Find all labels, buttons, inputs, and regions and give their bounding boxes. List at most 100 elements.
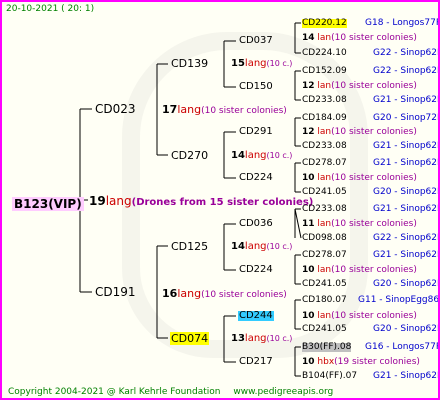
gen4-name-2[interactable]: CD291 (239, 127, 273, 137)
gen3-name-0[interactable]: CD139 (171, 58, 208, 69)
gen2-info-0: 17lang(10 sister colonies) (162, 104, 287, 116)
gen5-pos-9: G22 - Sinop62R (373, 233, 440, 243)
gen5-name-5[interactable]: CD233.08 (302, 142, 347, 151)
gen4-note: (10 sister colonies) (331, 219, 417, 229)
gen4-num: 14 (302, 33, 315, 43)
gen2-note: (10 sister colonies) (201, 290, 287, 300)
gen4-note: (10 sister colonies) (331, 311, 417, 321)
gen3-info-2: 14lang(10 c.) (231, 242, 292, 252)
gen2-lang: lang (177, 287, 202, 300)
footer: Copyright 2004-2021 @ Karl Kehrle Founda… (8, 388, 333, 397)
root-lang: lang (105, 194, 132, 208)
gen4-lang: lan (317, 81, 332, 91)
date-header: 20-10-2021 ( 20: 1) (6, 4, 95, 14)
gen2-name-0[interactable]: CD023 (95, 103, 136, 115)
gen5-name-0[interactable]: CD220.12 (302, 19, 347, 28)
gen3-name-1[interactable]: CD270 (171, 150, 208, 161)
gen5-pos-14: G16 - Longos77R (365, 342, 440, 352)
gen4-note: (19 sister colonies) (334, 357, 420, 367)
gen3-name-2[interactable]: CD125 (171, 241, 208, 252)
gen4-lang: lan (317, 173, 332, 183)
gen2-num: 17 (162, 103, 178, 116)
gen5-pos-3: G21 - Sinop62R (373, 95, 440, 105)
gen4-name-4[interactable]: CD036 (239, 219, 273, 229)
gen2-name-1[interactable]: CD191 (95, 286, 136, 298)
pedigree-frame: 20-10-2021 ( 20: 1) B123(VIP) 19lang(Dro… (0, 0, 440, 400)
gen5-name-10[interactable]: CD278.07 (302, 251, 347, 260)
gen5-name-8[interactable]: CD233.08 (302, 205, 347, 214)
gen5-name-15[interactable]: B104(FF).07 (302, 372, 357, 381)
gen4-info-5: 10 lan(10 sister colonies) (302, 266, 417, 275)
gen3-num: 14 (231, 241, 245, 252)
gen2-num: 16 (162, 287, 178, 300)
gen3-lang: lang (244, 241, 267, 252)
gen5-name-11[interactable]: CD241.05 (302, 280, 347, 289)
gen5-pos-13: G20 - Sinop62R (373, 324, 440, 334)
gen4-name-3[interactable]: CD224 (239, 173, 273, 183)
gen5-name-2[interactable]: CD152.09 (302, 67, 347, 76)
gen5-pos-4: G20 - Sinop72R (373, 113, 440, 123)
gen4-num: 10 (302, 357, 315, 367)
gen5-name-12[interactable]: CD180.07 (302, 296, 347, 305)
gen5-pos-2: G22 - Sinop62R (373, 66, 440, 76)
root-note: (Drones from 15 sister colonies) (131, 197, 314, 208)
gen5-pos-10: G21 - Sinop62R (373, 250, 440, 260)
gen5-name-9[interactable]: CD098.08 (302, 234, 347, 243)
gen4-note: (10 sister colonies) (331, 265, 417, 275)
gen4-num: 12 (302, 81, 315, 91)
gen4-name-0[interactable]: CD037 (239, 36, 273, 46)
gen5-pos-11: G20 - Sinop62R (373, 279, 440, 289)
gen4-note: (10 sister colonies) (331, 81, 417, 91)
gen4-name-1[interactable]: CD150 (239, 82, 273, 92)
gen4-note: (10 sister colonies) (331, 173, 417, 183)
gen4-info-4: 11 lan(10 sister colonies) (302, 220, 417, 229)
gen3-lang: lang (244, 333, 267, 344)
copyright-text: Copyright 2004-2021 @ Karl Kehrle Founda… (8, 387, 221, 397)
gen3-name-3[interactable]: CD074 (170, 332, 210, 345)
gen5-pos-7: G20 - Sinop62R (373, 187, 440, 197)
gen4-name-6[interactable]: CD244 (238, 311, 274, 321)
gen5-pos-15: G21 - Sinop62R (373, 371, 440, 381)
gen4-name-7[interactable]: CD217 (239, 357, 273, 367)
gen4-name-5[interactable]: CD224 (239, 265, 273, 275)
gen4-num: 10 (302, 311, 315, 321)
gen2-info-1: 16lang(10 sister colonies) (162, 288, 287, 300)
gen3-note: (10 c.) (266, 151, 293, 160)
gen5-name-4[interactable]: CD184.09 (302, 114, 347, 123)
gen4-lang: lan (317, 33, 332, 43)
gen4-num: 12 (302, 127, 315, 137)
gen5-name-7[interactable]: CD241.05 (302, 188, 347, 197)
root-drone-info: 19lang(Drones from 15 sister colonies) (89, 195, 313, 208)
gen4-lang: lan (317, 219, 332, 229)
gen4-info-6: 10 lan(10 sister colonies) (302, 312, 417, 321)
gen5-name-3[interactable]: CD233.08 (302, 96, 347, 105)
gen3-info-1: 14lang(10 c.) (231, 151, 292, 161)
gen3-note: (10 c.) (266, 59, 293, 68)
gen3-num: 15 (231, 58, 245, 69)
gen5-pos-6: G21 - Sinop62R (373, 158, 440, 168)
gen4-lang: lan (317, 127, 332, 137)
gen4-note: (10 sister colonies) (331, 127, 417, 137)
gen2-note: (10 sister colonies) (201, 106, 287, 116)
gen3-info-3: 13lang(10 c.) (231, 334, 292, 344)
gen4-num: 10 (302, 265, 315, 275)
gen3-note: (10 c.) (266, 334, 293, 343)
gen5-pos-12: G11 - SinopEgg86R (358, 295, 440, 305)
gen5-pos-1: G22 - Sinop62R (373, 48, 440, 58)
gen4-num: 11 (302, 219, 315, 229)
gen2-lang: lang (177, 103, 202, 116)
root-num: 19 (89, 194, 106, 208)
gen3-lang: lang (244, 58, 267, 69)
gen5-pos-8: G21 - Sinop62R (373, 204, 440, 214)
gen5-name-14[interactable]: B30(FF).08 (302, 343, 352, 352)
gen4-info-0: 14 lan(10 sister colonies) (302, 34, 417, 43)
gen3-num: 14 (231, 150, 245, 161)
root-queen[interactable]: B123(VIP) (12, 195, 84, 211)
gen5-name-1[interactable]: CD224.10 (302, 49, 347, 58)
gen4-info-7: 10 hbx(19 sister colonies) (302, 358, 420, 367)
gen5-name-13[interactable]: CD241.05 (302, 325, 347, 334)
gen4-lang: lan (317, 311, 332, 321)
footer-link[interactable]: www.pedigreeapis.org (233, 387, 333, 397)
gen4-num: 10 (302, 173, 315, 183)
gen5-name-6[interactable]: CD278.07 (302, 159, 347, 168)
